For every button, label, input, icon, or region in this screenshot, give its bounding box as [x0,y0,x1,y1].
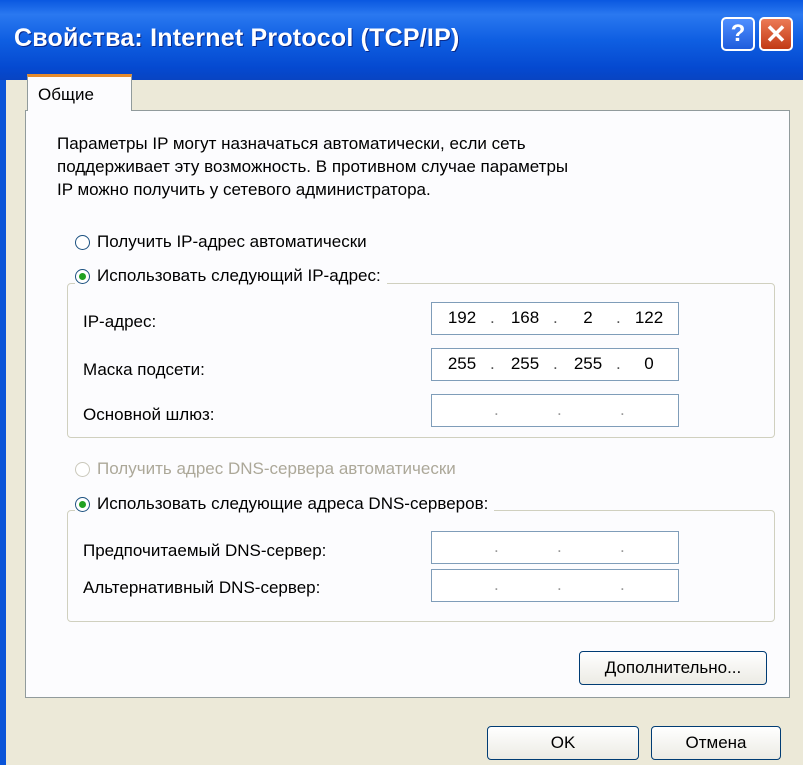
radio-dns-auto-label: Получить адрес DNS-сервера автоматически [97,459,456,478]
ip-octet[interactable]: 122 [629,308,669,328]
preferred-dns-input[interactable]: . . . [431,531,679,564]
ip-dot: . [557,400,562,419]
ip-address-label: IP-адрес: [83,312,157,331]
window-title: Свойства: Internet Protocol (TCP/IP) [14,24,460,52]
alternate-dns-label: Альтернативный DNS-сервер: [83,578,321,597]
ip-dot: . [557,575,562,594]
ip-dot: . [494,575,499,594]
alternate-dns-input[interactable]: . . . [431,569,679,602]
ip-dot: . [553,354,558,373]
ip-octet[interactable]: 168 [505,308,545,328]
ip-dot: . [620,575,625,594]
help-icon: ? [730,20,746,47]
dialog-window: Свойства: Internet Protocol (TCP/IP) ? ✕… [0,0,803,765]
subnet-mask-label: Маска подсети: [83,360,205,379]
radio-ip-auto-circle[interactable] [75,234,90,250]
radio-dns-manual-label: Использовать следующие адреса DNS-сервер… [97,494,489,513]
dns-settings-group [67,510,775,622]
ip-octet[interactable]: 192 [442,308,482,328]
ip-dot: . [616,354,621,373]
radio-dns-manual[interactable]: Использовать следующие адреса DNS-сервер… [75,494,495,514]
tab-general[interactable]: Общие [27,74,132,111]
ip-dot: . [490,354,495,373]
subnet-mask-input[interactable]: 255 . 255 . 255 . 0 [431,348,679,381]
ip-octet[interactable]: 255 [442,354,482,374]
window-border-left [0,80,6,765]
close-button[interactable]: ✕ [759,17,793,51]
ip-dot: . [557,537,562,556]
gateway-label: Основной шлюз: [83,405,215,424]
preferred-dns-label: Предпочитаемый DNS-сервер: [83,541,327,560]
description-line: Параметры IP могут назначаться автоматич… [57,134,526,153]
description-text: Параметры IP могут назначаться автоматич… [57,132,757,201]
ip-dot: . [620,400,625,419]
ip-dot: . [620,537,625,556]
radio-ip-auto[interactable]: Получить IP-адрес автоматически [75,232,373,252]
radio-ip-manual-circle[interactable] [75,268,90,284]
help-button[interactable]: ? [721,17,755,51]
ip-dot: . [553,308,558,327]
radio-ip-manual[interactable]: Использовать следующий IP-адрес: [75,266,387,286]
gateway-input[interactable]: . . . [431,394,679,427]
title-bar[interactable]: Свойства: Internet Protocol (TCP/IP) ? ✕ [0,0,803,80]
ip-octet[interactable]: 2 [568,308,608,328]
ip-octet[interactable]: 255 [568,354,608,374]
ip-dot: . [494,400,499,419]
ip-dot: . [494,537,499,556]
tab-general-label: Общие [38,85,94,104]
ip-dot: . [616,308,621,327]
description-line: поддерживает эту возможность. В противно… [57,157,569,176]
description-line: IP можно получить у сетевого администрат… [57,180,431,199]
close-icon: ✕ [765,19,787,49]
ip-octet[interactable]: 255 [505,354,545,374]
ok-button[interactable]: OK [487,726,639,760]
ip-dot: . [490,308,495,327]
radio-ip-auto-label: Получить IP-адрес автоматически [97,232,367,251]
radio-dns-auto-circle[interactable] [75,461,90,477]
cancel-button[interactable]: Отмена [651,726,781,760]
radio-ip-manual-label: Использовать следующий IP-адрес: [97,266,381,285]
ip-octet[interactable]: 0 [629,354,669,374]
radio-dns-auto[interactable]: Получить адрес DNS-сервера автоматически [75,459,462,479]
ip-address-input[interactable]: 192 . 168 . 2 . 122 [431,302,679,335]
advanced-button[interactable]: Дополнительно... [579,651,767,685]
radio-dns-manual-circle[interactable] [75,496,90,512]
